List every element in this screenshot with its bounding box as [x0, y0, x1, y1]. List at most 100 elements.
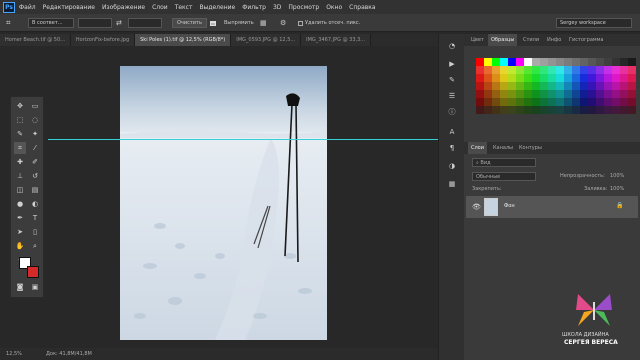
- swatch[interactable]: [516, 74, 524, 82]
- swatch[interactable]: [524, 98, 532, 106]
- swatch[interactable]: [596, 98, 604, 106]
- swatch[interactable]: [612, 58, 620, 66]
- document-image[interactable]: [120, 66, 327, 340]
- swatch[interactable]: [588, 74, 596, 82]
- play-icon[interactable]: ▶: [446, 58, 458, 70]
- swatch[interactable]: [588, 82, 596, 90]
- swatch[interactable]: [628, 106, 636, 114]
- swatch[interactable]: [564, 66, 572, 74]
- straighten-icon[interactable]: ▭: [210, 18, 216, 28]
- gradient-tool-icon[interactable]: ▤: [29, 184, 41, 196]
- swatch[interactable]: [564, 98, 572, 106]
- swatch[interactable]: [620, 106, 628, 114]
- swatch[interactable]: [580, 106, 588, 114]
- swatch[interactable]: [484, 74, 492, 82]
- swatch[interactable]: [508, 82, 516, 90]
- swatch[interactable]: [572, 98, 580, 106]
- swatch[interactable]: [524, 74, 532, 82]
- layer-filter-select[interactable]: ⌕ Вид: [472, 158, 536, 167]
- tab-img-0593[interactable]: IMG_0593.JPG @ 12,5...: [231, 34, 302, 46]
- swatch[interactable]: [580, 98, 588, 106]
- swatch[interactable]: [508, 66, 516, 74]
- path-select-icon[interactable]: ➤: [14, 226, 26, 238]
- history-icon[interactable]: ▦: [446, 178, 458, 190]
- layer-name[interactable]: Фон: [504, 203, 515, 209]
- pen-tool-icon[interactable]: ✒: [14, 212, 26, 224]
- swatch[interactable]: [620, 58, 628, 66]
- swatch[interactable]: [516, 106, 524, 114]
- zoom-tool-icon[interactable]: ⌕: [29, 240, 41, 252]
- menu-type[interactable]: Текст: [175, 4, 193, 11]
- swatch[interactable]: [628, 66, 636, 74]
- menu-select[interactable]: Выделение: [199, 4, 235, 11]
- swatch[interactable]: [484, 66, 492, 74]
- hand-tool-icon[interactable]: ✋: [14, 240, 26, 252]
- swatch[interactable]: [540, 106, 548, 114]
- swatch[interactable]: [628, 82, 636, 90]
- dodge-tool-icon[interactable]: ◐: [29, 198, 41, 210]
- swatch[interactable]: [556, 58, 564, 66]
- swatch[interactable]: [516, 66, 524, 74]
- swatch[interactable]: [500, 66, 508, 74]
- swatch[interactable]: [564, 90, 572, 98]
- menu-window[interactable]: Окно: [326, 4, 342, 11]
- swatch[interactable]: [596, 90, 604, 98]
- swatch[interactable]: [556, 90, 564, 98]
- swatch[interactable]: [580, 90, 588, 98]
- swatch[interactable]: [508, 98, 516, 106]
- swatch[interactable]: [492, 82, 500, 90]
- swatch[interactable]: [500, 90, 508, 98]
- swatch[interactable]: [476, 66, 484, 74]
- swatch[interactable]: [508, 74, 516, 82]
- swatch[interactable]: [620, 82, 628, 90]
- move-tool-icon[interactable]: ✥: [14, 100, 26, 112]
- swatch[interactable]: [532, 106, 540, 114]
- swatch[interactable]: [540, 98, 548, 106]
- crop-mode-select[interactable]: В соответ...: [28, 18, 74, 28]
- tab-histogram[interactable]: Гистограмма: [566, 34, 607, 46]
- menu-3d[interactable]: 3D: [273, 4, 281, 11]
- info-icon[interactable]: ⓘ: [446, 106, 458, 118]
- tab-layers[interactable]: Слои: [468, 142, 487, 154]
- paragraph-icon[interactable]: ¶: [446, 142, 458, 154]
- swatch[interactable]: [596, 66, 604, 74]
- swatch[interactable]: [580, 82, 588, 90]
- swatch[interactable]: [500, 58, 508, 66]
- swatch[interactable]: [604, 90, 612, 98]
- swatch[interactable]: [604, 74, 612, 82]
- swatch[interactable]: [604, 66, 612, 74]
- swatch[interactable]: [620, 90, 628, 98]
- swatch[interactable]: [596, 74, 604, 82]
- text-icon[interactable]: A: [446, 126, 458, 138]
- swatch[interactable]: [556, 106, 564, 114]
- swatch[interactable]: [524, 82, 532, 90]
- swatch[interactable]: [492, 98, 500, 106]
- clone-stamp-icon[interactable]: ⊥: [14, 170, 26, 182]
- swatch[interactable]: [484, 82, 492, 90]
- tab-horizonfix[interactable]: HorizonFix-before.jpg: [70, 34, 136, 46]
- properties-icon[interactable]: ☰: [446, 90, 458, 102]
- swatch[interactable]: [612, 98, 620, 106]
- marquee-tool-icon[interactable]: ⬚: [14, 114, 26, 126]
- swap-icon[interactable]: ⇄: [116, 18, 122, 28]
- history-brush-icon[interactable]: ↺: [29, 170, 41, 182]
- crop-tool-icon[interactable]: ⌗: [6, 18, 11, 28]
- ratio-field-2[interactable]: [128, 18, 162, 28]
- guide-line[interactable]: [48, 139, 438, 140]
- overlay-grid-icon[interactable]: ▦: [260, 18, 267, 28]
- swatch[interactable]: [500, 106, 508, 114]
- swatch[interactable]: [476, 90, 484, 98]
- blur-tool-icon[interactable]: ●: [14, 198, 26, 210]
- swatch[interactable]: [524, 106, 532, 114]
- brush-tool-icon[interactable]: ✐: [29, 156, 41, 168]
- swatch[interactable]: [524, 66, 532, 74]
- swatch[interactable]: [540, 82, 548, 90]
- swatch[interactable]: [572, 90, 580, 98]
- swatch[interactable]: [532, 74, 540, 82]
- swatch[interactable]: [524, 90, 532, 98]
- swatch[interactable]: [604, 82, 612, 90]
- swatch[interactable]: [572, 58, 580, 66]
- swatch[interactable]: [516, 98, 524, 106]
- swatch[interactable]: [484, 98, 492, 106]
- swatch[interactable]: [500, 82, 508, 90]
